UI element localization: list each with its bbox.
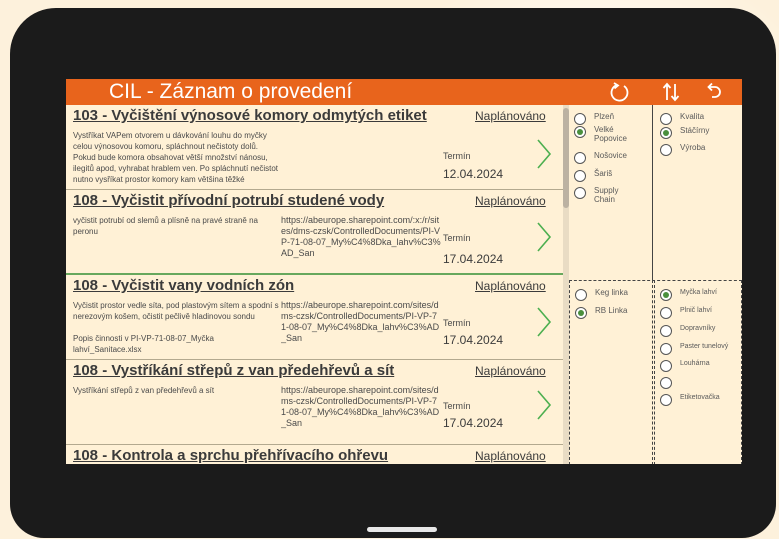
task-title: 108 - Vyčistit přívodní potrubí studené … — [73, 192, 385, 209]
area-option[interactable]: Kvalita — [660, 112, 704, 125]
term-label: Termín — [443, 318, 471, 328]
task-date: 12.04.2024 — [443, 167, 504, 181]
refresh-icon[interactable] — [609, 81, 631, 103]
machine-option[interactable]: Plnič lahví — [660, 306, 712, 319]
radio-button[interactable] — [660, 144, 672, 156]
radio-button[interactable] — [660, 360, 672, 372]
task-description: vyčistit potrubí od slemů a plísně na pr… — [73, 216, 258, 236]
task-row[interactable]: 108 - Vystříkání střepů z van předehřevů… — [66, 360, 563, 445]
app-screen: CIL - Záznam o provedení 103 - Vyčištění… — [66, 79, 742, 464]
task-status: Naplánováno — [475, 279, 546, 293]
plant-option[interactable]: Plzeň — [574, 112, 614, 125]
task-status: Naplánováno — [475, 109, 546, 123]
task-link[interactable]: https://abeurope.sharepoint.com/sites/dm… — [281, 300, 441, 358]
chevron-right-icon[interactable] — [533, 137, 553, 171]
plant-option[interactable]: Velké Popovice — [574, 125, 644, 143]
radio-button[interactable] — [660, 289, 672, 301]
task-title: 108 - Vystříkání střepů z van předehřevů… — [73, 362, 395, 379]
radio-button[interactable] — [660, 307, 672, 319]
task-description: Vystříkání střepů z van předehřevů a sít — [73, 386, 215, 395]
plant-option[interactable]: Šariš — [574, 169, 612, 182]
task-date: 17.04.2024 — [443, 333, 504, 347]
task-row[interactable]: 108 - Kontrola a sprchu přehřívacího ohř… — [66, 445, 563, 464]
area-option[interactable]: Výroba — [660, 143, 705, 156]
radio-button[interactable] — [574, 126, 586, 138]
task-row[interactable]: 108 - Vyčistit přívodní potrubí studené … — [66, 190, 563, 275]
undo-icon[interactable] — [703, 81, 725, 103]
term-label: Termín — [443, 233, 471, 243]
radio-button[interactable] — [660, 127, 672, 139]
area-filter: Kvalita Stáčírny Výroba — [653, 105, 742, 281]
machine-option[interactable] — [660, 376, 680, 389]
plant-option[interactable]: Supply Chain — [574, 186, 638, 204]
line-option[interactable]: Keg linka — [575, 288, 628, 301]
radio-button[interactable] — [660, 394, 672, 406]
machine-filter: Myčka lahví Plnič lahví Dopravníky Paste… — [652, 280, 742, 464]
radio-button[interactable] — [574, 113, 586, 125]
task-row[interactable]: 108 - Vyčistit vany vodních zón Naplánov… — [66, 275, 563, 360]
radio-button[interactable] — [574, 152, 586, 164]
task-link[interactable]: https://abeurope.sharepoint.com/sites/dm… — [281, 385, 441, 443]
task-title: 103 - Vyčištění výnosové komory odmytých… — [73, 107, 427, 124]
radio-button[interactable] — [660, 113, 672, 125]
radio-button[interactable] — [575, 289, 587, 301]
task-link[interactable]: https://abeurope.sharepoint.com/:x:/r/si… — [281, 215, 441, 273]
task-title: 108 - Vyčistit vany vodních zón — [73, 277, 295, 294]
radio-button[interactable] — [575, 307, 587, 319]
chevron-right-icon[interactable] — [533, 388, 553, 422]
radio-button[interactable] — [660, 377, 672, 389]
plant-option[interactable]: Nošovice — [574, 151, 627, 164]
task-description: Vystříkat VAPem otvorem u dávkování louh… — [73, 131, 279, 184]
task-row[interactable]: 103 - Vyčištění výnosové komory odmytých… — [66, 105, 563, 190]
task-status: Naplánováno — [475, 194, 546, 208]
task-title: 108 - Kontrola a sprchu přehřívacího ohř… — [73, 447, 389, 464]
radio-button[interactable] — [574, 170, 586, 182]
chevron-right-icon[interactable] — [533, 305, 553, 339]
area-option[interactable]: Stáčírny — [660, 126, 709, 139]
machine-option[interactable]: Paster tunelový — [660, 342, 728, 355]
line-filter: Keg linka RB Linka — [569, 280, 655, 464]
task-link[interactable] — [281, 130, 441, 188]
task-date: 17.04.2024 — [443, 416, 504, 430]
task-date: 17.04.2024 — [443, 252, 504, 266]
radio-button[interactable] — [660, 343, 672, 355]
task-list[interactable]: 103 - Vyčištění výnosové komory odmytých… — [66, 105, 563, 464]
radio-button[interactable] — [574, 187, 586, 199]
task-status: Naplánováno — [475, 364, 546, 378]
chevron-right-icon[interactable] — [533, 220, 553, 254]
page-title: CIL - Záznam o provedení — [109, 80, 353, 103]
plant-filter: Plzeň Velké Popovice Nošovice Šariš Supp… — [569, 105, 652, 281]
task-status: Naplánováno — [475, 449, 546, 463]
machine-option[interactable]: Dopravníky — [660, 324, 715, 337]
term-label: Termín — [443, 151, 471, 161]
machine-option[interactable]: Etiketovačka — [660, 393, 720, 406]
app-header: CIL - Záznam o provedení — [66, 79, 742, 105]
sort-icon[interactable] — [660, 81, 682, 103]
term-label: Termín — [443, 401, 471, 411]
machine-option[interactable]: Louhárna — [660, 359, 710, 372]
machine-option[interactable]: Myčka lahví — [660, 288, 717, 301]
task-description: Vyčistit prostor vedle síta, pod plastov… — [73, 301, 279, 354]
home-indicator[interactable] — [367, 527, 437, 532]
line-option[interactable]: RB Linka — [575, 306, 627, 319]
radio-button[interactable] — [660, 325, 672, 337]
